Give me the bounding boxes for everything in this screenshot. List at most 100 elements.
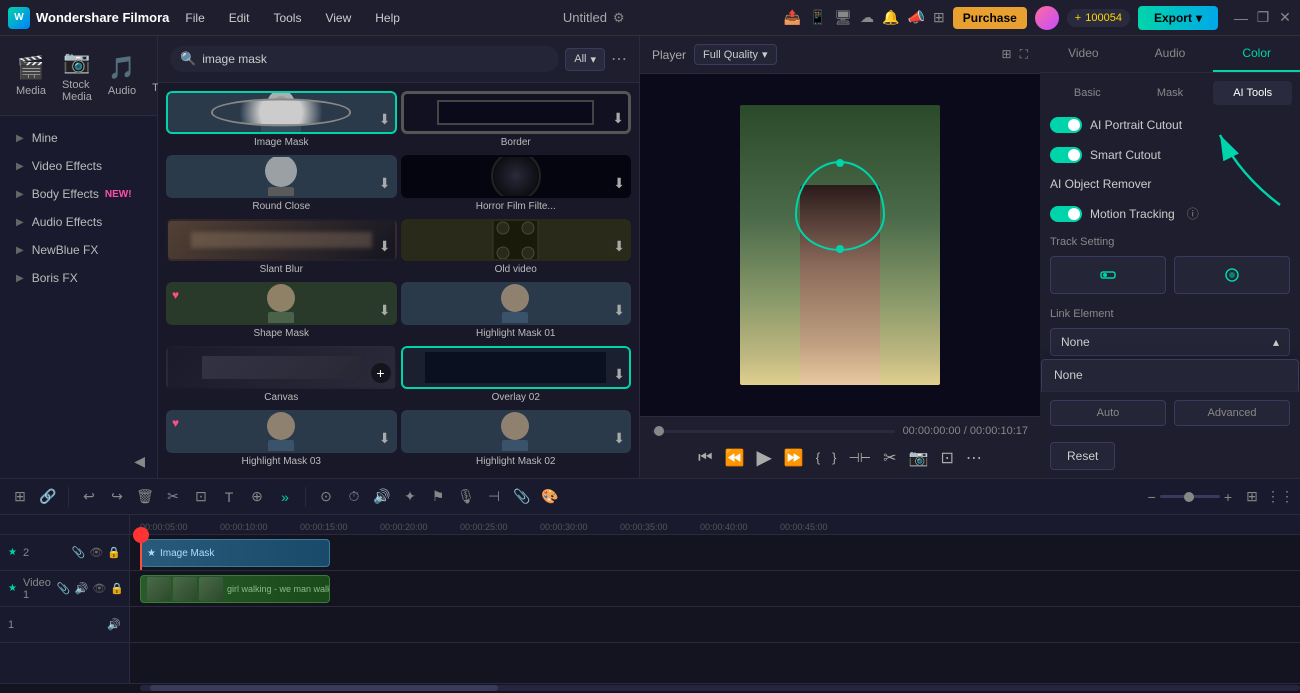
more-options-icon[interactable]: ⋯ [611, 49, 627, 69]
mask-handle-bottom[interactable] [836, 245, 844, 253]
menu-tools[interactable]: Tools [269, 9, 305, 27]
mark-out-icon[interactable]: } [832, 450, 836, 465]
zoom-thumb[interactable] [1184, 492, 1194, 502]
mic-icon[interactable]: 🎙 [454, 485, 478, 509]
fit-icon[interactable]: ⊞ [1240, 485, 1264, 509]
more-icon[interactable]: ⋯ [966, 448, 982, 468]
tab-video[interactable]: Video [1040, 36, 1127, 72]
tab-color[interactable]: Color [1213, 36, 1300, 72]
audio-track-icon[interactable]: 🔊 [75, 582, 89, 595]
mark-in-icon[interactable]: { [816, 450, 820, 465]
device-icon[interactable]: 📱 [809, 9, 826, 26]
track-view-icon[interactable]: ⊞ [8, 485, 32, 509]
scrollbar-thumb[interactable] [150, 685, 498, 691]
delete-icon[interactable]: 🗑 [133, 485, 157, 509]
split-icon[interactable]: ⊣⊢ [848, 450, 871, 466]
bell-icon[interactable]: 📣 [908, 9, 925, 26]
copy-icon[interactable]: ⊡ [189, 485, 213, 509]
toolbar-stock[interactable]: 📷 Stock Media [54, 43, 100, 109]
play-button[interactable]: ▶ [756, 445, 771, 470]
prev-frame-icon[interactable]: ⏪ [725, 448, 745, 468]
quality-select[interactable]: Full Quality ▾ [694, 44, 777, 65]
dropdown-none[interactable]: None [1042, 360, 1298, 390]
playhead[interactable] [140, 535, 142, 570]
grid-view-icon[interactable]: ⊞ [1002, 47, 1012, 62]
share-icon[interactable]: 📤 [784, 9, 801, 26]
clip-icon[interactable]: ✂ [883, 448, 896, 468]
zoom-track[interactable] [1160, 495, 1220, 498]
track-btn-1[interactable] [1050, 256, 1166, 294]
motion-tracking-toggle[interactable] [1050, 206, 1082, 222]
next-frame-icon[interactable]: ⏩ [784, 448, 804, 468]
cut-icon[interactable]: ✂ [161, 485, 185, 509]
effect-highlight-mask-02[interactable]: ⬇ Highlight Mask 02 [401, 410, 632, 470]
auto-button[interactable]: Auto [1050, 400, 1166, 426]
effect-highlight-mask-03[interactable]: ♥ ⬇ Highlight Mask 03 [166, 410, 397, 470]
tab-audio[interactable]: Audio [1127, 36, 1214, 72]
effect-image-mask[interactable]: ⬇ Image Mask [166, 91, 397, 151]
toolbar-audio[interactable]: 🎵 Audio [100, 49, 144, 103]
zoom-in-icon[interactable]: + [1224, 489, 1232, 505]
clip-icon[interactable]: 📎 [510, 485, 534, 509]
pip-icon[interactable]: ⊡ [940, 448, 953, 468]
nav-body-effects[interactable]: ▶ Body Effects NEW! [0, 180, 157, 208]
advanced-button[interactable]: Advanced [1174, 400, 1290, 426]
speed-icon[interactable]: ⏱ [342, 485, 366, 509]
minimize-button[interactable]: — [1234, 11, 1248, 25]
effect-horror-film[interactable]: ⬇ Horror Film Filte... [401, 155, 632, 215]
mask-handle-top[interactable] [836, 159, 844, 167]
collapse-button[interactable]: ◀ [0, 445, 157, 478]
nav-video-effects[interactable]: ▶ Video Effects [0, 152, 157, 180]
snapshot-icon[interactable]: 📷 [909, 448, 929, 468]
lock-icon[interactable]: 🔒 [107, 546, 121, 559]
crop-icon[interactable]: ⊕ [245, 485, 269, 509]
filter-dropdown[interactable]: All ▾ [565, 48, 605, 71]
clip-image-mask[interactable]: ★ Image Mask [140, 539, 330, 567]
text-icon[interactable]: T [217, 485, 241, 509]
clip-track-icon[interactable]: 📎 [57, 582, 71, 595]
notification-icon[interactable]: 🔔 [882, 9, 899, 26]
transition-icon[interactable]: ⊣ [482, 485, 506, 509]
menu-file[interactable]: File [181, 9, 208, 27]
monitor-icon[interactable]: 🖥 [834, 9, 852, 26]
ripple-icon[interactable]: ⊙ [314, 485, 338, 509]
marker-icon[interactable]: ⚑ [426, 485, 450, 509]
audio-icon-sm[interactable]: 🔊 [107, 618, 121, 631]
subtab-ai-tools[interactable]: AI Tools [1213, 81, 1292, 105]
link-element-dropdown[interactable]: None ▴ None Image Mask Import from compu… [1050, 328, 1290, 356]
effect-old-video[interactable]: ⬇ Old video [401, 219, 632, 279]
settings-icon[interactable]: ⚙ [613, 10, 625, 26]
progress-thumb[interactable] [654, 426, 664, 436]
nav-mine[interactable]: ▶ Mine [0, 124, 157, 152]
nav-audio-effects[interactable]: ▶ Audio Effects [0, 208, 157, 236]
effect-overlay-02[interactable]: ⬇ Overlay 02 [401, 346, 632, 406]
track-btn-2[interactable] [1174, 256, 1290, 294]
effect-highlight-mask-01[interactable]: ⬇ Highlight Mask 01 [401, 282, 632, 342]
search-input[interactable] [202, 52, 549, 66]
subtab-mask[interactable]: Mask [1131, 81, 1210, 105]
export-button[interactable]: Export ▾ [1138, 6, 1218, 30]
progress-track[interactable] [652, 430, 895, 433]
cloud-icon[interactable]: ☁ [860, 9, 874, 26]
scrollbar-track[interactable] [140, 685, 1300, 691]
audio-icon[interactable]: 🔊 [370, 485, 394, 509]
effect-shape-mask[interactable]: ♥ ⬇ Shape Mask [166, 282, 397, 342]
toolbar-media[interactable]: 🎬 Media [8, 49, 54, 103]
subtab-basic[interactable]: Basic [1048, 81, 1127, 105]
purchase-button[interactable]: Purchase [953, 7, 1027, 29]
effect-border[interactable]: ⬇ Border [401, 91, 632, 151]
skip-back-icon[interactable]: ⏮ [698, 449, 712, 467]
reset-button[interactable]: Reset [1050, 442, 1115, 470]
portrait-cutout-toggle[interactable] [1050, 117, 1082, 133]
redo-icon[interactable]: ↪ [105, 485, 129, 509]
split-icon[interactable]: ✦ [398, 485, 422, 509]
menu-edit[interactable]: Edit [225, 9, 254, 27]
effect-slant-blur[interactable]: ⬇ Slant Blur [166, 219, 397, 279]
close-button[interactable]: ✕ [1278, 11, 1292, 25]
eye-icon[interactable]: 👁 [89, 546, 103, 559]
link-icon[interactable]: 🔗 [36, 485, 60, 509]
clip-video[interactable]: girl walking - we man walking a... [140, 575, 330, 603]
eye-track-icon[interactable]: 👁 [92, 582, 106, 595]
effect-round-close[interactable]: ⬇ Round Close [166, 155, 397, 215]
fullscreen-icon[interactable]: ⛶ [1020, 47, 1028, 62]
